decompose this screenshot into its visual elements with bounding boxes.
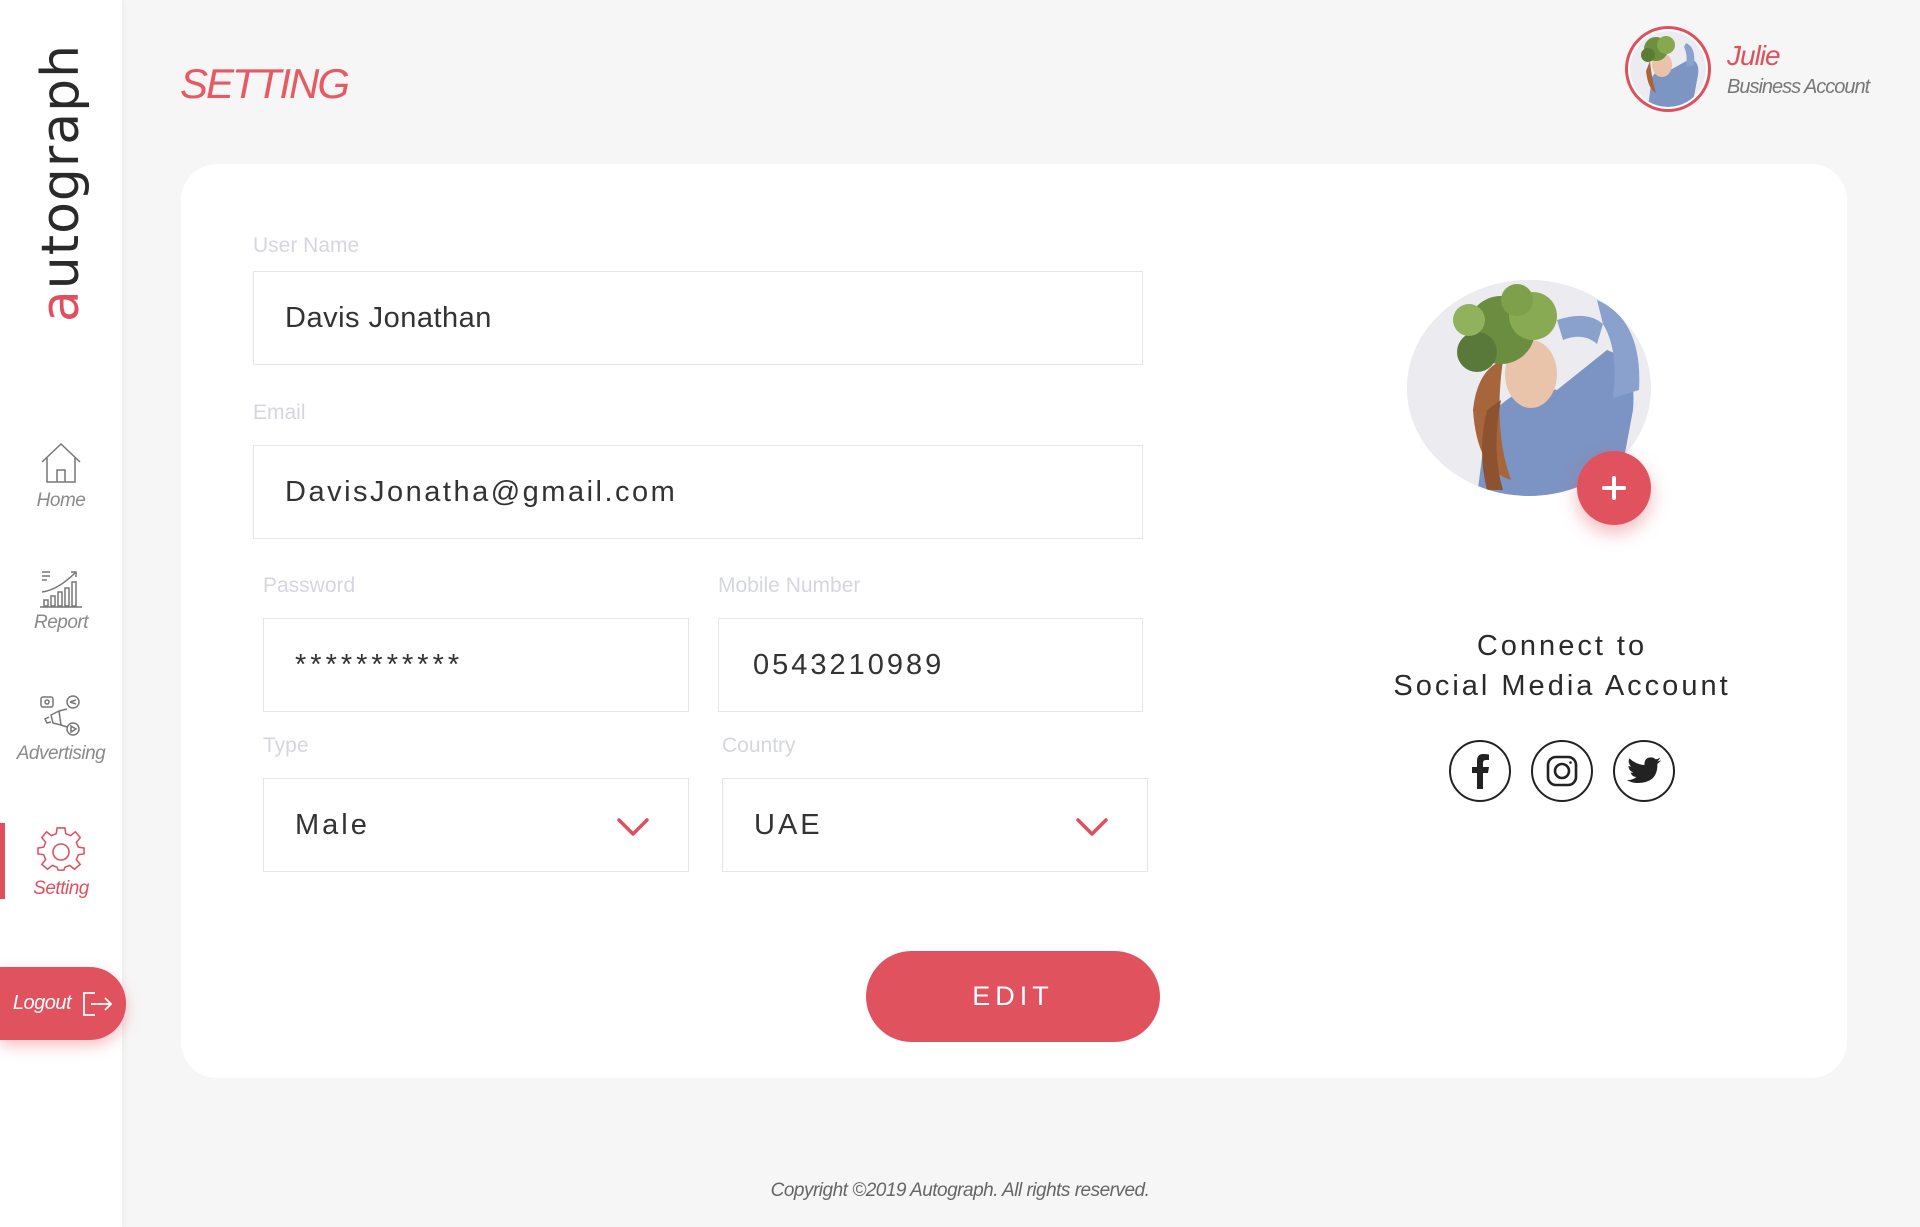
username-field[interactable]: Davis Jonathan <box>253 271 1143 365</box>
sidebar-item-label: Report <box>33 612 89 633</box>
logout-label: Logout <box>12 992 72 1014</box>
type-select[interactable]: Male <box>263 778 689 872</box>
email-label: Email <box>253 401 306 424</box>
type-value: Male <box>295 808 370 841</box>
logo-text: utograph <box>31 43 91 290</box>
instagram-icon <box>1546 755 1578 787</box>
logout-button[interactable]: Logout <box>0 967 126 1040</box>
add-photo-button[interactable] <box>1577 451 1651 525</box>
sidebar-item-advertising[interactable]: Advertising <box>0 693 122 765</box>
social-connect-line1: Connect to <box>1476 630 1648 662</box>
avatar[interactable] <box>1625 26 1711 112</box>
instagram-button[interactable] <box>1531 740 1593 802</box>
twitter-icon <box>1627 757 1661 783</box>
profile-account-type: Business Account <box>1727 75 1870 98</box>
mobile-value: 0543210989 <box>753 648 945 681</box>
sidebar-item-report[interactable]: Report <box>0 568 122 634</box>
logo-accent: a <box>31 289 91 323</box>
page-title: SETTING <box>180 60 350 107</box>
logout-icon <box>83 991 113 1016</box>
username-value: Davis Jonathan <box>285 301 492 334</box>
sidebar-item-label: Setting <box>33 878 89 899</box>
country-value: UAE <box>754 808 823 841</box>
social-connect-heading: Connect to Social Media Account <box>1362 626 1762 706</box>
social-connect-line2: Social Media Account <box>1393 670 1731 702</box>
mobile-field[interactable]: 0543210989 <box>718 618 1143 712</box>
email-value: DavisJonatha@gmail.com <box>285 475 678 508</box>
user-profile[interactable]: Julie Business Account <box>1625 26 1870 112</box>
twitter-button[interactable] <box>1613 740 1675 802</box>
plus-icon <box>1602 476 1626 500</box>
username-label: User Name <box>253 234 360 257</box>
sidebar-item-home[interactable]: Home <box>0 440 122 512</box>
password-field[interactable]: *********** <box>263 618 689 712</box>
facebook-button[interactable] <box>1449 740 1511 802</box>
facebook-icon <box>1472 754 1489 789</box>
chevron-down-icon <box>1076 818 1108 836</box>
profile-name: Julie <box>1727 39 1781 71</box>
password-label: Password <box>263 574 356 597</box>
password-value: *********** <box>295 648 464 681</box>
sidebar-item-setting[interactable]: Setting <box>0 826 122 900</box>
chevron-down-icon <box>617 818 649 836</box>
edit-button[interactable]: EDIT <box>866 951 1160 1042</box>
mobile-label: Mobile Number <box>718 574 861 597</box>
type-label: Type <box>263 734 309 757</box>
home-icon <box>41 442 81 483</box>
chart-icon <box>40 571 82 608</box>
gear-icon <box>37 827 85 871</box>
sidebar: autograph Home Report Advertising Settin… <box>0 0 126 1227</box>
country-select[interactable]: UAE <box>722 778 1148 872</box>
sidebar-item-label: Advertising <box>16 743 106 764</box>
copyright: Copyright ©2019 Autograph. All rights re… <box>770 1180 1150 1201</box>
brand-logo[interactable]: autograph <box>21 44 101 322</box>
sidebar-item-label: Home <box>36 490 86 511</box>
country-label: Country <box>722 734 796 757</box>
email-field[interactable]: DavisJonatha@gmail.com <box>253 445 1143 539</box>
advertising-icon <box>40 695 80 736</box>
